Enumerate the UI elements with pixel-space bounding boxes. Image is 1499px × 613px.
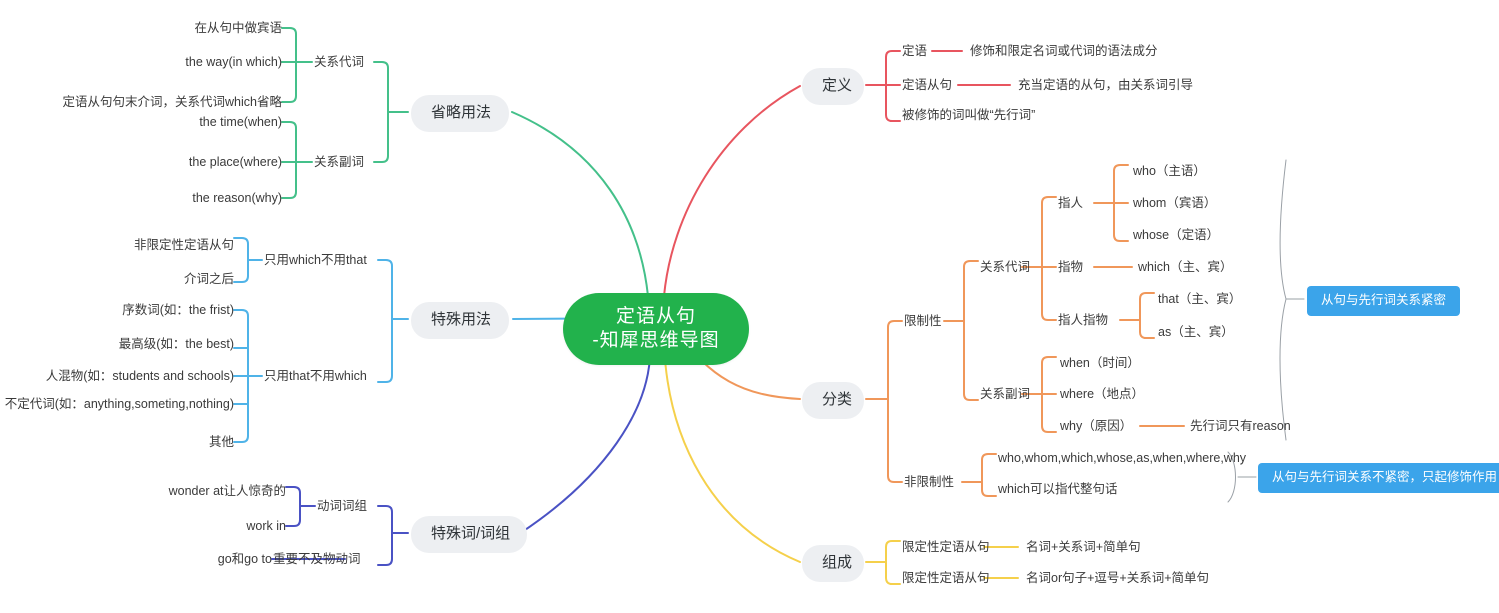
composition-item-2-detail[interactable]: 名词or句子+逗号+关系词+简单句 — [1026, 571, 1209, 587]
root-node[interactable]: 定语从句 -知犀思维导图 — [563, 293, 749, 365]
leaf-that-restrictive[interactable]: that（主、宾） — [1158, 292, 1241, 308]
callout-restrictive[interactable]: 从句与先行词关系紧密 — [1307, 286, 1461, 316]
group-label-omission-relative-pronoun[interactable]: 关系代词 — [314, 55, 364, 71]
branch-node-special-usage[interactable]: 特殊用法 — [411, 302, 509, 339]
leaf-omission-adverb-3[interactable]: the reason(why) — [0, 191, 282, 207]
restrictive-group-relative-adverb[interactable]: 关系副词 — [980, 387, 1030, 403]
definition-item-1-detail[interactable]: 修饰和限定名词或代词的语法成分 — [970, 44, 1158, 60]
leaf-only-that-3[interactable]: 人混物(如：students and schools) — [0, 369, 234, 385]
root-title-line1: 定语从句 — [615, 306, 696, 327]
leaf-only-that-2[interactable]: 最高级(如：the best) — [0, 337, 234, 353]
subgroup-refers-thing[interactable]: 指物 — [1058, 260, 1083, 276]
group-label-verb-phrase[interactable]: 动词词组 — [317, 499, 367, 515]
leaf-only-which-2[interactable]: 介词之后 — [0, 272, 234, 288]
leaf-omission-pronoun-2[interactable]: the way(in which) — [0, 55, 282, 71]
definition-item-1-label[interactable]: 定语 — [902, 44, 927, 60]
leaf-only-that-1[interactable]: 序数词(如：the frist) — [0, 303, 234, 319]
leaf-omission-pronoun-3[interactable]: 定语从句句末介词，关系代词which省略 — [0, 95, 282, 111]
restrictive-group-relative-pronoun[interactable]: 关系代词 — [980, 260, 1030, 276]
leaf-why-detail[interactable]: 先行词只有reason — [1190, 419, 1291, 435]
mindmap-canvas: 定语从句 -知犀思维导图 省略用法 关系代词 关系副词 在从句中做宾语 the … — [0, 0, 1499, 613]
definition-item-2-detail[interactable]: 充当定语的从句，由关系词引导 — [1018, 78, 1193, 94]
leaf-only-that-5[interactable]: 其他 — [0, 435, 234, 451]
group-label-intransitive-verb[interactable]: 重要不及物动词 — [273, 552, 361, 568]
callout-non-restrictive[interactable]: 从句与先行词关系不紧密，只起修饰作用 — [1258, 463, 1499, 493]
branch-node-definition[interactable]: 定义 — [802, 68, 864, 105]
group-label-only-which[interactable]: 只用which不用that — [264, 253, 367, 269]
leaf-only-that-4[interactable]: 不定代词(如：anything,someting,nothing) — [0, 397, 234, 413]
leaf-verb-phrase-1[interactable]: wonder at让人惊奇的 — [0, 484, 286, 500]
subgroup-refers-person-thing[interactable]: 指人指物 — [1058, 313, 1108, 329]
branch-node-omission[interactable]: 省略用法 — [411, 95, 509, 132]
group-label-only-that[interactable]: 只用that不用which — [264, 369, 367, 385]
branch-node-composition[interactable]: 组成 — [802, 545, 864, 582]
classification-restrictive-label[interactable]: 限制性 — [904, 314, 942, 330]
composition-item-1-label[interactable]: 限定性定语从句 — [902, 540, 990, 556]
leaf-verb-phrase-2[interactable]: work in — [0, 519, 286, 535]
leaf-where-place[interactable]: where（地点） — [1060, 387, 1144, 403]
leaf-non-restrictive-2[interactable]: which可以指代整句话 — [998, 482, 1117, 498]
root-title-line2: -知犀思维导图 — [592, 329, 720, 351]
leaf-omission-adverb-2[interactable]: the place(where) — [0, 155, 282, 171]
leaf-intransitive-verb-1[interactable]: go和go to — [0, 552, 272, 568]
leaf-why-reason[interactable]: why（原因） — [1060, 419, 1132, 435]
branch-node-classification[interactable]: 分类 — [802, 382, 864, 419]
leaf-whose[interactable]: whose（定语） — [1133, 228, 1219, 244]
leaf-as-restrictive[interactable]: as（主、宾） — [1158, 325, 1234, 341]
composition-item-1-detail[interactable]: 名词+关系词+简单句 — [1026, 540, 1141, 556]
composition-item-2-label[interactable]: 限定性定语从句 — [902, 571, 990, 587]
leaf-which-restrictive[interactable]: which（主、宾） — [1138, 260, 1232, 276]
definition-item-2-label[interactable]: 定语从句 — [902, 78, 952, 94]
leaf-when-time[interactable]: when（时间） — [1060, 356, 1140, 372]
leaf-non-restrictive-1[interactable]: who,whom,which,whose,as,when,where,why — [998, 451, 1246, 467]
group-label-omission-relative-adverb[interactable]: 关系副词 — [314, 155, 364, 171]
leaf-omission-pronoun-1[interactable]: 在从句中做宾语 — [0, 21, 282, 37]
leaf-omission-adverb-1[interactable]: the time(when) — [0, 115, 282, 131]
classification-non-restrictive-label[interactable]: 非限制性 — [904, 475, 954, 491]
leaf-only-which-1[interactable]: 非限定性定语从句 — [0, 238, 234, 254]
subgroup-refers-person[interactable]: 指人 — [1058, 196, 1083, 212]
leaf-who[interactable]: who（主语） — [1133, 164, 1206, 180]
leaf-whom[interactable]: whom（宾语） — [1133, 196, 1216, 212]
branch-node-special-words[interactable]: 特殊词/词组 — [411, 516, 527, 553]
definition-item-3-label[interactable]: 被修饰的词叫做“先行词” — [902, 108, 1035, 124]
